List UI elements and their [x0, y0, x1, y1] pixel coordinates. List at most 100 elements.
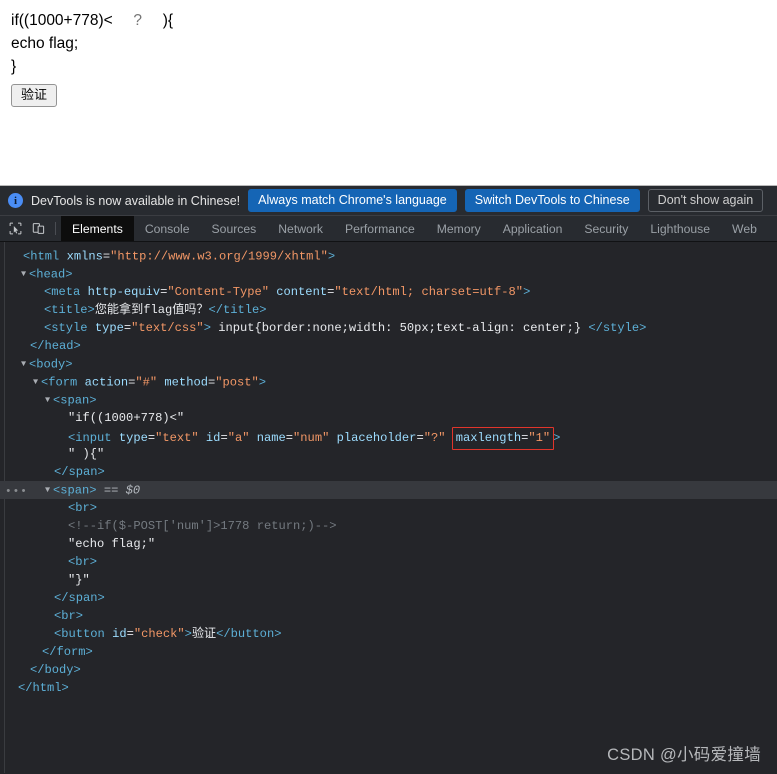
attr-input-type: type — [118, 431, 148, 445]
tag-title-close: </title> — [208, 303, 267, 317]
tab-memory[interactable]: Memory — [426, 216, 492, 241]
tag-span1: <span> — [53, 393, 97, 408]
num-input[interactable] — [112, 12, 163, 30]
val-input-id: "a" — [227, 431, 250, 445]
tag-br-1: <br> — [68, 501, 98, 515]
tree-row-body-close[interactable]: </body> — [0, 661, 777, 679]
page-code-line-3: } — [11, 58, 17, 75]
tag-html-close-bracket: > — [327, 249, 336, 264]
attr-type: type — [94, 321, 124, 335]
code-text-if-prefix: if((1000+778)< — [11, 12, 113, 29]
twisty-span1[interactable]: ▼ — [42, 391, 53, 409]
attr-xmlns: xmlns — [66, 249, 103, 264]
tree-row-form-close[interactable]: </form> — [0, 643, 777, 661]
tree-row-comment[interactable]: <!--if($-POST['num']>1778 return;)--> — [0, 517, 777, 535]
tab-application[interactable]: Application — [492, 216, 574, 241]
tree-row-body-open[interactable]: ▼ <body> — [0, 355, 777, 373]
comment-node: <!--if($-POST['num']>1778 return;)--> — [68, 519, 337, 533]
tab-sources[interactable]: Sources — [201, 216, 268, 241]
tag-style-gt: > — [203, 321, 211, 335]
tree-row-span1-close[interactable]: </span> — [0, 463, 777, 481]
tree-row-input[interactable]: <input type="text" id="a" name="num" pla… — [0, 427, 777, 451]
tree-row-meta[interactable]: <meta http-equiv="Content-Type" content=… — [0, 283, 777, 301]
attr-button-id: id — [112, 627, 127, 641]
inspect-cursor-icon[interactable] — [4, 216, 27, 241]
tag-body: <body> — [29, 357, 73, 372]
val-button-id: "check" — [133, 627, 185, 641]
page-code-block: if((1000+778)<){ echo flag; } — [0, 0, 777, 78]
tree-row-head-open[interactable]: ▼ <head> — [0, 265, 777, 283]
rendered-web-page: if((1000+778)<){ echo flag; } 验证 — [0, 0, 777, 186]
tag-button-close: </button> — [216, 627, 282, 641]
tree-row-html-close[interactable]: </html> — [0, 679, 777, 697]
text-node-brace: " ){" — [68, 447, 105, 461]
tag-meta: <meta — [44, 285, 81, 299]
tree-row-span2-open-selected[interactable]: ••• ▼ <span> == $0 — [0, 481, 777, 499]
device-toolbar-icon[interactable] — [27, 216, 50, 241]
tag-input-gt: > — [553, 431, 561, 445]
language-notification-banner: i DevTools is now available in Chinese! … — [0, 186, 777, 216]
val-input-placeholder: "?" — [423, 431, 446, 445]
val-input-maxlength: "1" — [528, 431, 551, 445]
tree-row-br2[interactable]: <br> — [0, 553, 777, 571]
tab-console[interactable]: Console — [134, 216, 201, 241]
tree-row-head-close[interactable]: </head> — [0, 337, 777, 355]
tag-span1-close: </span> — [54, 465, 105, 479]
button-text-node: 验证 — [191, 627, 217, 641]
tag-meta-close-bracket: > — [523, 285, 531, 299]
tree-row-html-open[interactable]: ▼<html xmlns="http://www.w3.org/1999/xht… — [0, 247, 777, 265]
title-text-node: 您能拿到flag值吗？ — [94, 303, 209, 317]
dont-show-again-button[interactable]: Don't show again — [647, 188, 764, 213]
verify-button[interactable]: 验证 — [11, 84, 58, 108]
twisty-body[interactable]: ▼ — [18, 355, 29, 373]
tab-performance[interactable]: Performance — [334, 216, 426, 241]
tree-row-span1-open[interactable]: ▼ <span> — [0, 391, 777, 409]
twisty-form[interactable]: ▼ — [30, 373, 41, 391]
tree-row-style[interactable]: <style type="text/css"> input{border:non… — [0, 319, 777, 337]
tab-elements[interactable]: Elements — [61, 216, 134, 241]
tree-row-text-brace[interactable]: " ){" — [0, 445, 777, 463]
elements-tree-panel[interactable]: ▼<html xmlns="http://www.w3.org/1999/xht… — [0, 242, 777, 773]
tree-row-button[interactable]: <button id="check">验证</button> — [0, 625, 777, 643]
code-text-if-suffix: ){ — [162, 12, 174, 29]
info-icon: i — [8, 193, 23, 208]
tab-web[interactable]: Web — [721, 216, 768, 241]
attr-input-placeholder: placeholder — [336, 431, 417, 445]
tag-br-2: <br> — [68, 555, 98, 569]
twisty-span2[interactable]: ▼ — [42, 481, 53, 499]
tag-form-close: </form> — [42, 645, 93, 659]
tag-head: <head> — [29, 267, 73, 282]
val-type: "text/css" — [131, 321, 204, 335]
val-input-name: "num" — [293, 431, 330, 445]
val-input-type: "text" — [155, 431, 199, 445]
tag-button-gt: > — [184, 627, 192, 641]
tag-html-close: </html> — [18, 681, 69, 695]
tab-network[interactable]: Network — [267, 216, 334, 241]
tag-span2-close: </span> — [54, 591, 105, 605]
tree-row-br3[interactable]: <br> — [0, 607, 777, 625]
tab-security[interactable]: Security — [573, 216, 639, 241]
attr-http-equiv: http-equiv — [87, 285, 161, 299]
switch-to-chinese-button[interactable]: Switch DevTools to Chinese — [464, 188, 640, 213]
tag-body-close: </body> — [30, 663, 81, 677]
tree-row-form-open[interactable]: ▼ <form action="#" method="post"> — [0, 373, 777, 391]
tag-style-open: <style — [44, 321, 88, 335]
twisty-head[interactable]: ▼ — [18, 265, 29, 283]
tree-row-text-if[interactable]: "if((1000+778)<" — [0, 409, 777, 427]
page-code-line-1: if((1000+778)< ){ — [11, 9, 777, 32]
tree-row-span2-close[interactable]: </span> — [0, 589, 777, 607]
tag-button: <button — [54, 627, 105, 641]
always-match-language-button[interactable]: Always match Chrome's language — [248, 188, 457, 213]
tab-lighthouse[interactable]: Lighthouse — [639, 216, 721, 241]
tree-row-br1[interactable]: <br> — [0, 499, 777, 517]
tag-html: <html — [23, 249, 60, 264]
tree-row-text-closebrace[interactable]: "}" — [0, 571, 777, 589]
devtools-tabstrip: Elements Console Sources Network Perform… — [0, 216, 777, 242]
tag-head-close: </head> — [30, 339, 81, 353]
tag-span2: <span> — [53, 483, 97, 498]
tree-row-title[interactable]: <title>您能拿到flag值吗？</title> — [0, 301, 777, 319]
devtools-panel: i DevTools is now available in Chinese! … — [0, 186, 777, 774]
text-node-if: "if((1000+778)<" — [68, 411, 185, 425]
val-http-equiv: "Content-Type" — [167, 285, 270, 299]
tree-row-text-echo[interactable]: "echo flag;" — [0, 535, 777, 553]
